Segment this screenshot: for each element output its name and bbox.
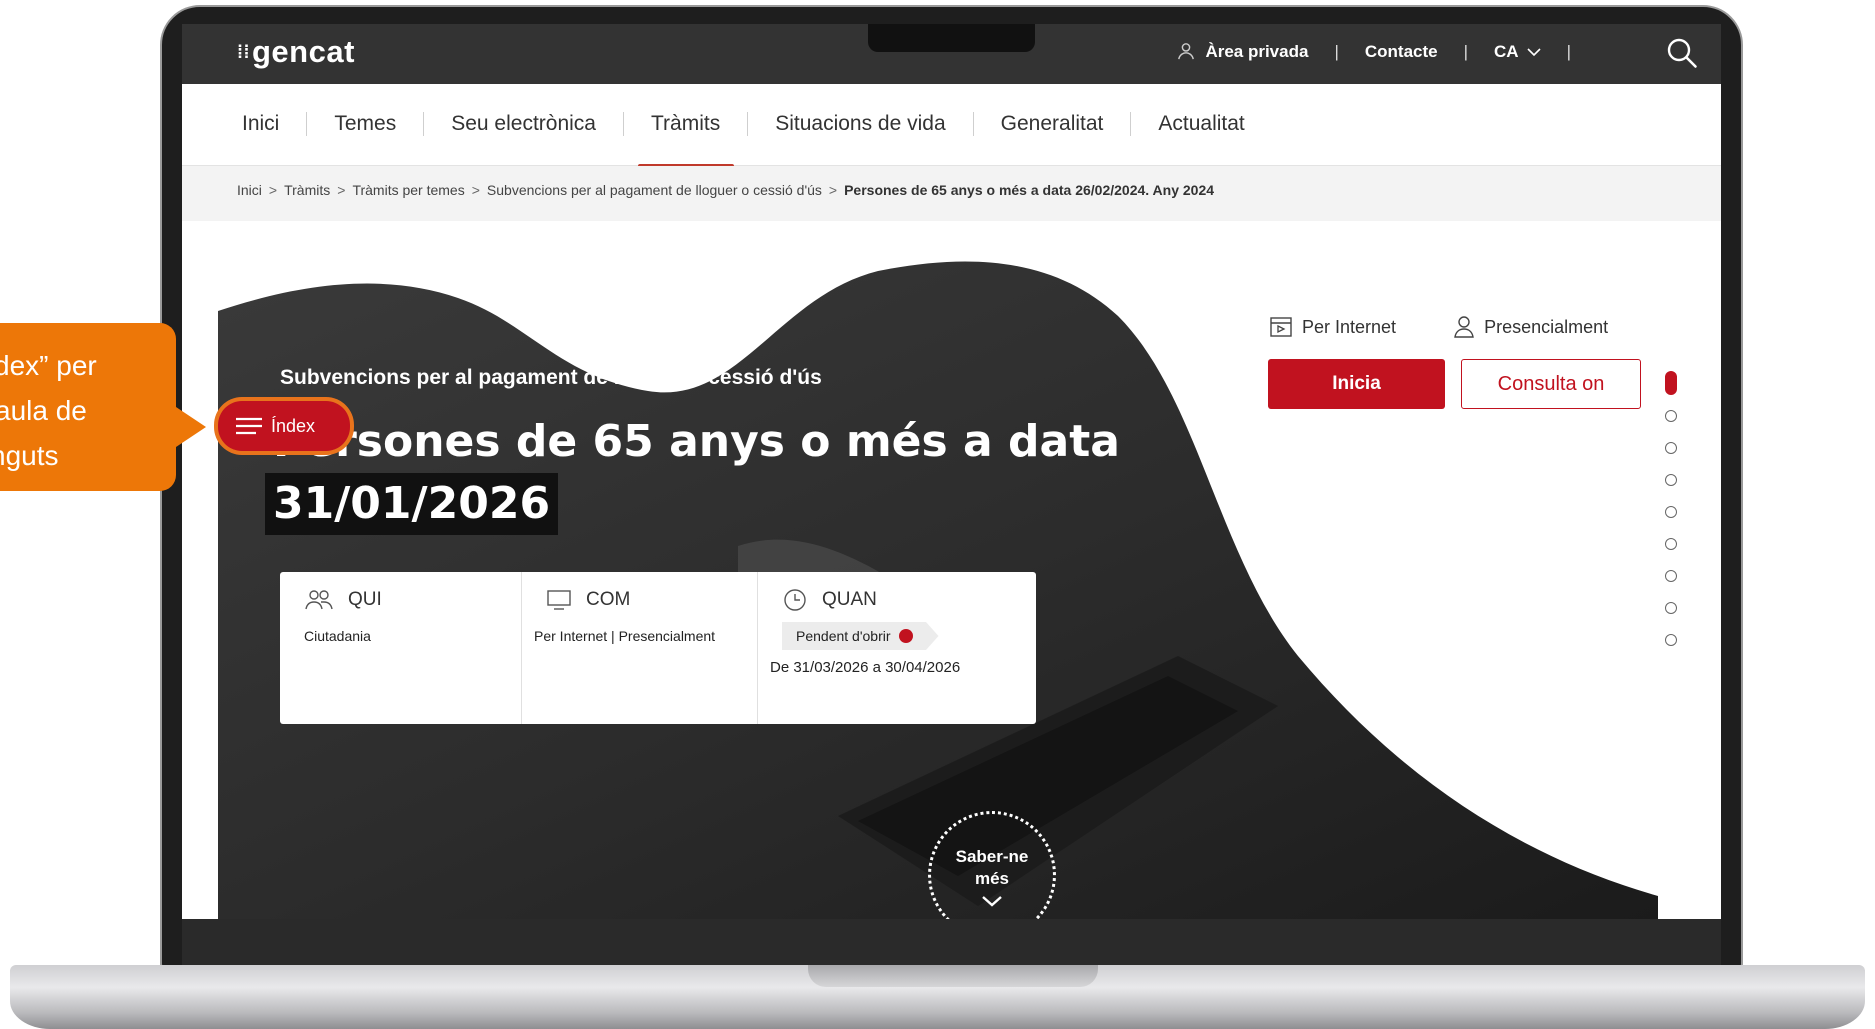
laptop-chin (182, 919, 1721, 965)
user-icon (1178, 43, 1195, 60)
language-value: CA (1494, 42, 1519, 61)
breadcrumb-separator: > (471, 182, 480, 198)
learn-more-line-2: més (974, 869, 1010, 888)
start-button[interactable]: Inicia (1268, 359, 1445, 409)
nav-item-seu-electronica[interactable]: Seu electrònica (423, 112, 596, 136)
channel-internet: Per Internet (1270, 316, 1396, 338)
pager-dot[interactable] (1665, 570, 1677, 582)
breadcrumb: Inici > Tràmits > Tràmits per temes > Subvenci… (182, 166, 1721, 221)
section-pager (1663, 371, 1679, 666)
who-column: QUI Ciutadania (280, 572, 522, 724)
nav-item-inici[interactable]: Inici (242, 112, 279, 136)
nav-item-tramits[interactable]: Tràmits (622, 112, 735, 168)
breadcrumb-item[interactable]: Inici (237, 182, 262, 198)
callout-pointer (170, 403, 206, 451)
learn-more-line-1: Saber-ne (955, 847, 1029, 866)
date-range: De 31/03/2026 a 30/04/2026 (770, 659, 961, 676)
when-column: QUAN Pendent d'obrir De 31/03/2026 a 30/… (758, 572, 1036, 724)
procedure-category: Subvencions per al pagament de lloguer o… (280, 366, 822, 389)
chevron-down-icon (1527, 48, 1541, 57)
callout-line-2: aula de (0, 395, 87, 426)
camera-notch (868, 24, 1035, 52)
contact-link[interactable]: Contacte (1365, 42, 1438, 62)
person-icon (1454, 316, 1474, 338)
procedure-summary-card: QUI Ciutadania COM Per Internet | Presen… (280, 572, 1036, 724)
people-icon (305, 590, 333, 610)
who-value: Ciutadania (304, 628, 371, 644)
top-nav: Àrea privada | Contacte | CA | (1177, 42, 1661, 62)
breadcrumb-separator: > (268, 182, 278, 198)
monitor-icon (547, 590, 571, 610)
when-label: QUAN (822, 589, 877, 610)
pager-dot[interactable] (1665, 602, 1677, 614)
nav-item-generalitat[interactable]: Generalitat (972, 112, 1103, 136)
nav-item-temes[interactable]: Temes (306, 112, 396, 136)
channel-in-person: Presencialment (1454, 316, 1608, 338)
logo-text: gencat (252, 34, 355, 69)
main-navigation: Inici Temes Seu electrònica Tràmits Situ… (182, 84, 1721, 168)
web-form-icon (1270, 317, 1292, 337)
pager-dot[interactable] (1665, 474, 1677, 486)
index-button[interactable]: Índex (218, 401, 350, 451)
tutorial-callout: dex” per aula de nguts (0, 323, 206, 491)
how-column: COM Per Internet | Presencialment (522, 572, 758, 724)
separator: | (1566, 42, 1571, 61)
pager-dot[interactable] (1665, 506, 1677, 518)
nav-item-actualitat[interactable]: Actualitat (1130, 112, 1245, 136)
private-area-link[interactable]: Àrea privada (1177, 42, 1308, 62)
breadcrumb-current: Persones de 65 anys o més a data 26/02/2… (844, 182, 1215, 198)
how-label: COM (586, 589, 631, 610)
private-area-label: Àrea privada (1205, 42, 1309, 61)
gencat-logo[interactable]: ⁞⁞gencat (237, 34, 355, 70)
access-channels: Per Internet Presencialment (1270, 316, 1608, 338)
breadcrumb-separator: > (828, 182, 838, 198)
nav-item-situacions-de-vida[interactable]: Situacions de vida (747, 112, 946, 136)
title-line-2: 31/01/2026 (265, 473, 559, 535)
language-selector[interactable]: CA (1494, 42, 1541, 62)
who-label: QUI (348, 589, 382, 610)
chevron-down-icon (982, 896, 1002, 907)
channel-in-person-label: Presencialment (1484, 316, 1609, 337)
separator: | (1334, 42, 1339, 61)
title-line-1: Persones de 65 anys o més a data (273, 416, 1120, 467)
index-label: Índex (271, 415, 316, 436)
pager-dot[interactable] (1665, 538, 1677, 550)
channel-internet-label: Per Internet (1302, 316, 1397, 337)
when-header: QUAN (782, 586, 1036, 614)
stage: ⁞⁞gencat Àrea privada | Contacte | CA | … (0, 0, 1875, 1029)
breadcrumb-separator: > (337, 182, 346, 198)
breadcrumb-item[interactable]: Tràmits (284, 182, 330, 198)
menu-icon (236, 417, 262, 435)
search-icon[interactable] (1665, 36, 1699, 70)
how-header: COM (546, 586, 757, 614)
status-dot (898, 629, 913, 643)
pager-dot[interactable] (1665, 634, 1677, 646)
how-value: Per Internet | Presencialment (534, 628, 716, 644)
pager-dot[interactable] (1665, 410, 1677, 422)
where-to-check-button[interactable]: Consulta on (1461, 359, 1641, 409)
laptop-base-groove (808, 965, 1098, 987)
browser-screen: ⁞⁞gencat Àrea privada | Contacte | CA | … (182, 24, 1721, 919)
breadcrumb-item[interactable]: Subvencions per al pagament de lloguer o… (487, 182, 822, 198)
callout-line-3: nguts (0, 440, 59, 471)
hero-section: Subvencions per al pagament de lloguer o… (218, 256, 1677, 919)
status-text: Pendent d'obrir (796, 628, 891, 644)
clock-icon (784, 589, 806, 611)
breadcrumb-item[interactable]: Tràmits per temes (352, 182, 464, 198)
page-title: Persones de 65 anys o més a data 31/01/2… (265, 411, 1120, 535)
pager-dot[interactable] (1665, 442, 1677, 454)
status-badge: Pendent d'obrir (782, 622, 939, 650)
callout-line-1: dex” per (0, 350, 97, 381)
who-header: QUI (304, 586, 521, 614)
separator: | (1463, 42, 1469, 61)
pager-active-dot[interactable] (1665, 371, 1677, 395)
